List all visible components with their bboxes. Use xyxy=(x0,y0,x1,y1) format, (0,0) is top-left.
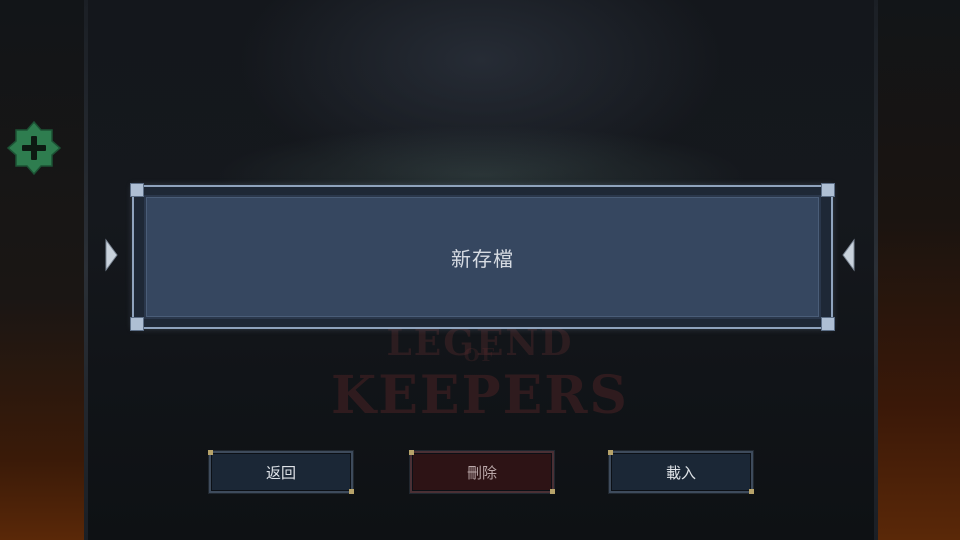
save-slot-label: 新存檔 xyxy=(451,246,514,271)
arrow-right-icon xyxy=(842,238,855,272)
frame-corner xyxy=(130,317,144,331)
right-side-panel xyxy=(874,0,960,540)
back-button-label: 返回 xyxy=(265,463,296,482)
delete-button[interactable]: 刪除 xyxy=(409,450,555,494)
frame-corner xyxy=(821,317,835,331)
load-button[interactable]: 載入 xyxy=(608,450,754,494)
back-button[interactable]: 返回 xyxy=(208,450,354,494)
game-screen: LEGEND OF KEEPERS 新存檔 返回 刪除 載入 xyxy=(0,0,960,540)
plus-icon xyxy=(6,120,62,176)
save-slot[interactable]: 新存檔 xyxy=(130,183,835,331)
background-logo-line2: OF xyxy=(463,345,497,366)
delete-button-label: 刪除 xyxy=(466,463,497,482)
next-slot-button[interactable] xyxy=(842,238,856,272)
save-slot-panel: 新存檔 xyxy=(144,195,821,319)
frame-corner xyxy=(821,183,835,197)
background-logo-line3: KEEPERS xyxy=(331,365,629,426)
prev-slot-button[interactable] xyxy=(104,238,118,272)
left-side-panel xyxy=(0,0,88,540)
load-button-label: 載入 xyxy=(665,463,696,482)
add-button[interactable] xyxy=(6,120,62,176)
frame-corner xyxy=(130,183,144,197)
arrow-left-icon xyxy=(105,238,118,272)
